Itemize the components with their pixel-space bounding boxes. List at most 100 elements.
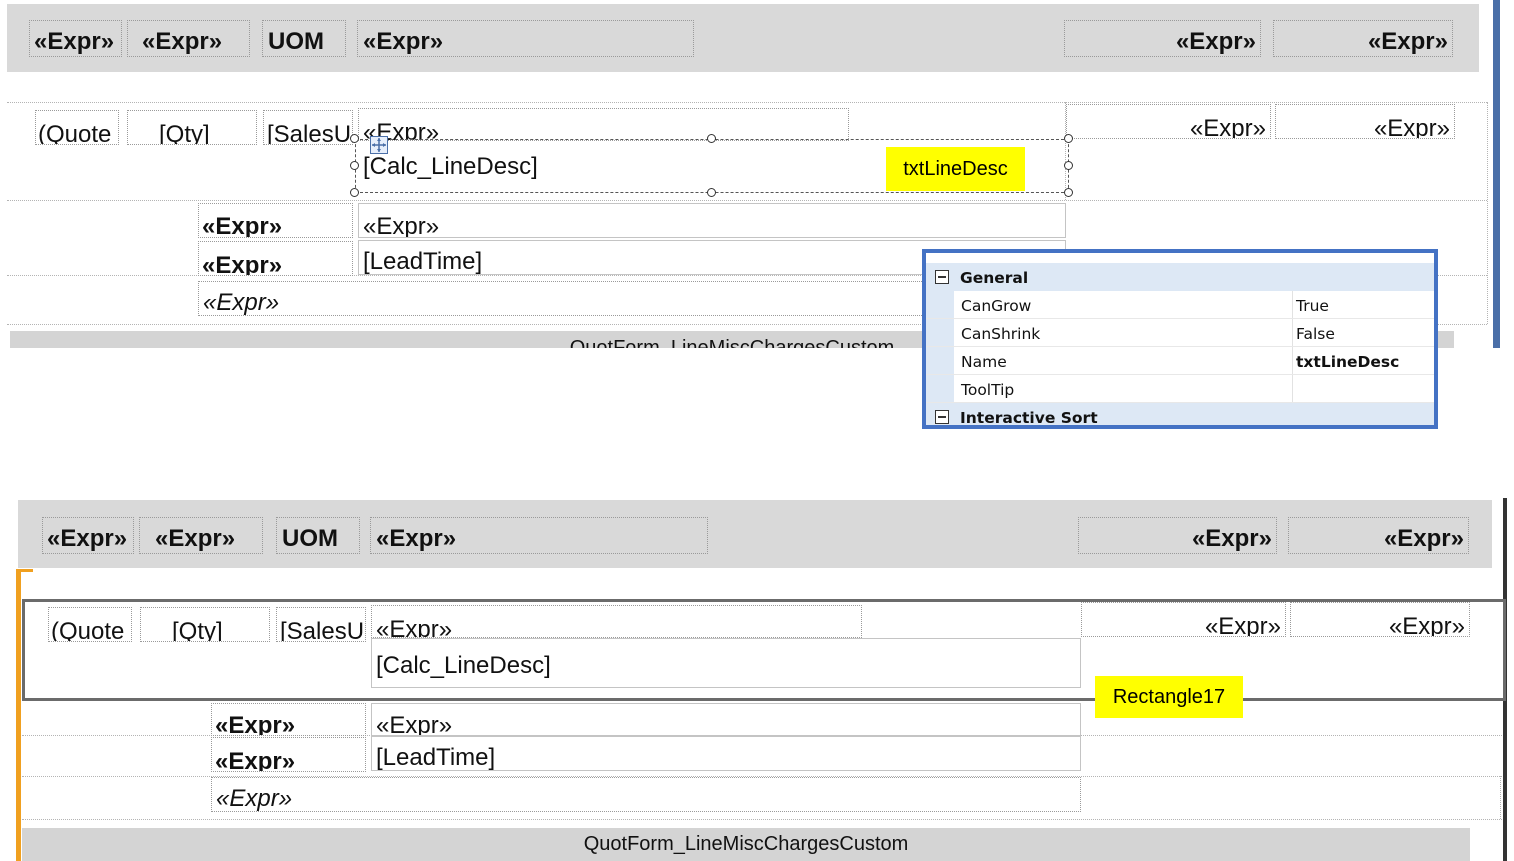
- cell-text: «Expr»: [47, 525, 128, 552]
- move-handle-icon[interactable]: [370, 136, 388, 154]
- cell-text: «Expr»: [376, 616, 453, 638]
- resize-handle[interactable]: [707, 188, 716, 197]
- header-uom[interactable]: UOM: [262, 20, 346, 57]
- cell-text: CanGrow: [961, 297, 1032, 315]
- cell-text: QuotForm_LineMiscChargesCustom: [583, 833, 909, 855]
- header-expr-4[interactable]: «Expr»: [1078, 517, 1277, 554]
- resize-handle[interactable]: [350, 188, 359, 197]
- cell-text: txtLineDesc: [1296, 353, 1400, 371]
- cell-text: «Expr»: [1388, 613, 1465, 637]
- cell-text: «Expr»: [376, 712, 453, 736]
- line-sales-unit[interactable]: [SalesU: [263, 110, 353, 145]
- header-expr-3[interactable]: «Expr»: [370, 517, 708, 554]
- txt-line-desc[interactable]: [Calc_LineDesc]: [371, 638, 1081, 688]
- property-row[interactable]: CanGrow True: [926, 291, 1434, 319]
- resize-handle[interactable]: [1064, 188, 1073, 197]
- cell-text: General: [960, 269, 1029, 287]
- cell-text: ToolTip: [961, 381, 1015, 399]
- line-expr-amount[interactable]: «Expr»: [1290, 602, 1470, 637]
- header-expr-2[interactable]: «Expr»: [139, 517, 263, 554]
- cell-text: txtLineDesc: [903, 157, 1008, 180]
- cell-text: «Expr»: [1189, 115, 1266, 139]
- cell-text: [SalesU: [267, 121, 352, 145]
- row-expr-bold-2[interactable]: «Expr»: [211, 737, 366, 772]
- line-expr-price[interactable]: «Expr»: [1066, 104, 1271, 139]
- row-expr[interactable]: «Expr»: [371, 703, 1081, 736]
- cell-text: «Expr»: [1373, 115, 1450, 139]
- line-qty[interactable]: [Qty]: [127, 110, 257, 145]
- cell-text: «Expr»: [202, 213, 283, 238]
- line-qty[interactable]: [Qty]: [140, 607, 270, 642]
- header-expr-4[interactable]: «Expr»: [1064, 20, 1261, 57]
- row-expr-italic[interactable]: «Expr»: [211, 777, 1081, 812]
- callout-txtlinedesc: txtLineDesc: [886, 147, 1025, 191]
- row-leadtime[interactable]: [LeadTime]: [371, 736, 1081, 771]
- property-row[interactable]: Name txtLineDesc: [926, 347, 1434, 375]
- cell-text: «Expr»: [216, 785, 293, 812]
- cell-text: [Qty]: [172, 618, 223, 642]
- resize-handle[interactable]: [707, 134, 716, 143]
- cell-text: Name: [961, 353, 1007, 371]
- header-expr-3[interactable]: «Expr»: [357, 20, 694, 57]
- property-row[interactable]: ToolTip: [926, 375, 1434, 403]
- cell-text: Rectangle17: [1112, 685, 1226, 708]
- header-expr-1[interactable]: «Expr»: [29, 20, 122, 57]
- cell-text: «Expr»: [34, 28, 115, 55]
- cell-text: «Expr»: [155, 525, 236, 552]
- cell-text: Interactive Sort: [960, 409, 1098, 427]
- line-quote[interactable]: (Quote: [35, 110, 119, 145]
- cell-text: [LeadTime]: [363, 248, 483, 275]
- properties-panel: General CanGrow True CanShrink False Name t…: [922, 249, 1438, 429]
- callout-rectangle17: Rectangle17: [1095, 676, 1243, 718]
- cell-text: [SalesU: [280, 618, 365, 642]
- row-expr[interactable]: «Expr»: [358, 203, 1066, 238]
- container-selection-bar: [16, 569, 21, 861]
- cell-text: «Expr»: [215, 748, 296, 772]
- header-expr-5[interactable]: «Expr»: [1288, 517, 1469, 554]
- line-expr-price[interactable]: «Expr»: [1081, 602, 1286, 637]
- cell-text: «Expr»: [203, 289, 280, 316]
- cell-text: [Calc_LineDesc]: [376, 652, 551, 679]
- category-interactive-sort[interactable]: Interactive Sort: [926, 403, 1434, 427]
- line-sales-unit[interactable]: [SalesU: [276, 607, 366, 642]
- cell-text: False: [1296, 325, 1335, 343]
- resize-handle[interactable]: [1064, 134, 1073, 143]
- property-row[interactable]: CanShrink False: [926, 319, 1434, 347]
- cell-text: «Expr»: [1367, 28, 1448, 55]
- cell-text: «Expr»: [142, 28, 223, 55]
- subreport-line-misc[interactable]: QuotForm_LineMiscChargesCustom: [22, 828, 1470, 861]
- cell-text: «Expr»: [1175, 28, 1256, 55]
- header-expr-2[interactable]: «Expr»: [127, 20, 250, 57]
- resize-handle[interactable]: [350, 161, 359, 170]
- cell-text: [LeadTime]: [376, 744, 496, 771]
- line-expr-desc[interactable]: «Expr»: [371, 605, 862, 638]
- cell-text: UOM: [282, 525, 338, 552]
- cell-text: «Expr»: [1204, 613, 1281, 637]
- cell-text: «Expr»: [376, 525, 457, 552]
- cell-text: UOM: [268, 28, 324, 55]
- cell-text: [Qty]: [159, 121, 210, 145]
- cell-text: «Expr»: [215, 712, 296, 736]
- cell-text: True: [1296, 297, 1329, 315]
- line-expr-amount[interactable]: «Expr»: [1275, 104, 1455, 139]
- cell-text: «Expr»: [1383, 525, 1464, 552]
- row-expr-bold-2[interactable]: «Expr»: [198, 241, 353, 276]
- cell-text: «Expr»: [1191, 525, 1272, 552]
- cell-text: CanShrink: [961, 325, 1041, 343]
- header-expr-5[interactable]: «Expr»: [1273, 20, 1453, 57]
- cell-text: «Expr»: [363, 28, 444, 55]
- row-expr-bold-1[interactable]: «Expr»: [198, 203, 353, 238]
- report-designer-bottom: «Expr» «Expr» UOM «Expr» «Expr» «Expr» (…: [0, 498, 1514, 861]
- cell-text: «Expr»: [363, 213, 440, 238]
- resize-handle[interactable]: [350, 134, 359, 143]
- cell-text: (Quote: [38, 121, 112, 145]
- line-expr-desc[interactable]: «Expr»: [358, 108, 849, 141]
- resize-handle[interactable]: [1064, 161, 1073, 170]
- category-general[interactable]: General: [926, 263, 1434, 291]
- header-uom[interactable]: UOM: [276, 517, 360, 554]
- collapse-icon[interactable]: [935, 270, 949, 284]
- row-expr-bold-1[interactable]: «Expr»: [211, 703, 366, 736]
- line-quote[interactable]: (Quote: [48, 607, 132, 642]
- collapse-icon[interactable]: [935, 410, 949, 424]
- header-expr-1[interactable]: «Expr»: [42, 517, 134, 554]
